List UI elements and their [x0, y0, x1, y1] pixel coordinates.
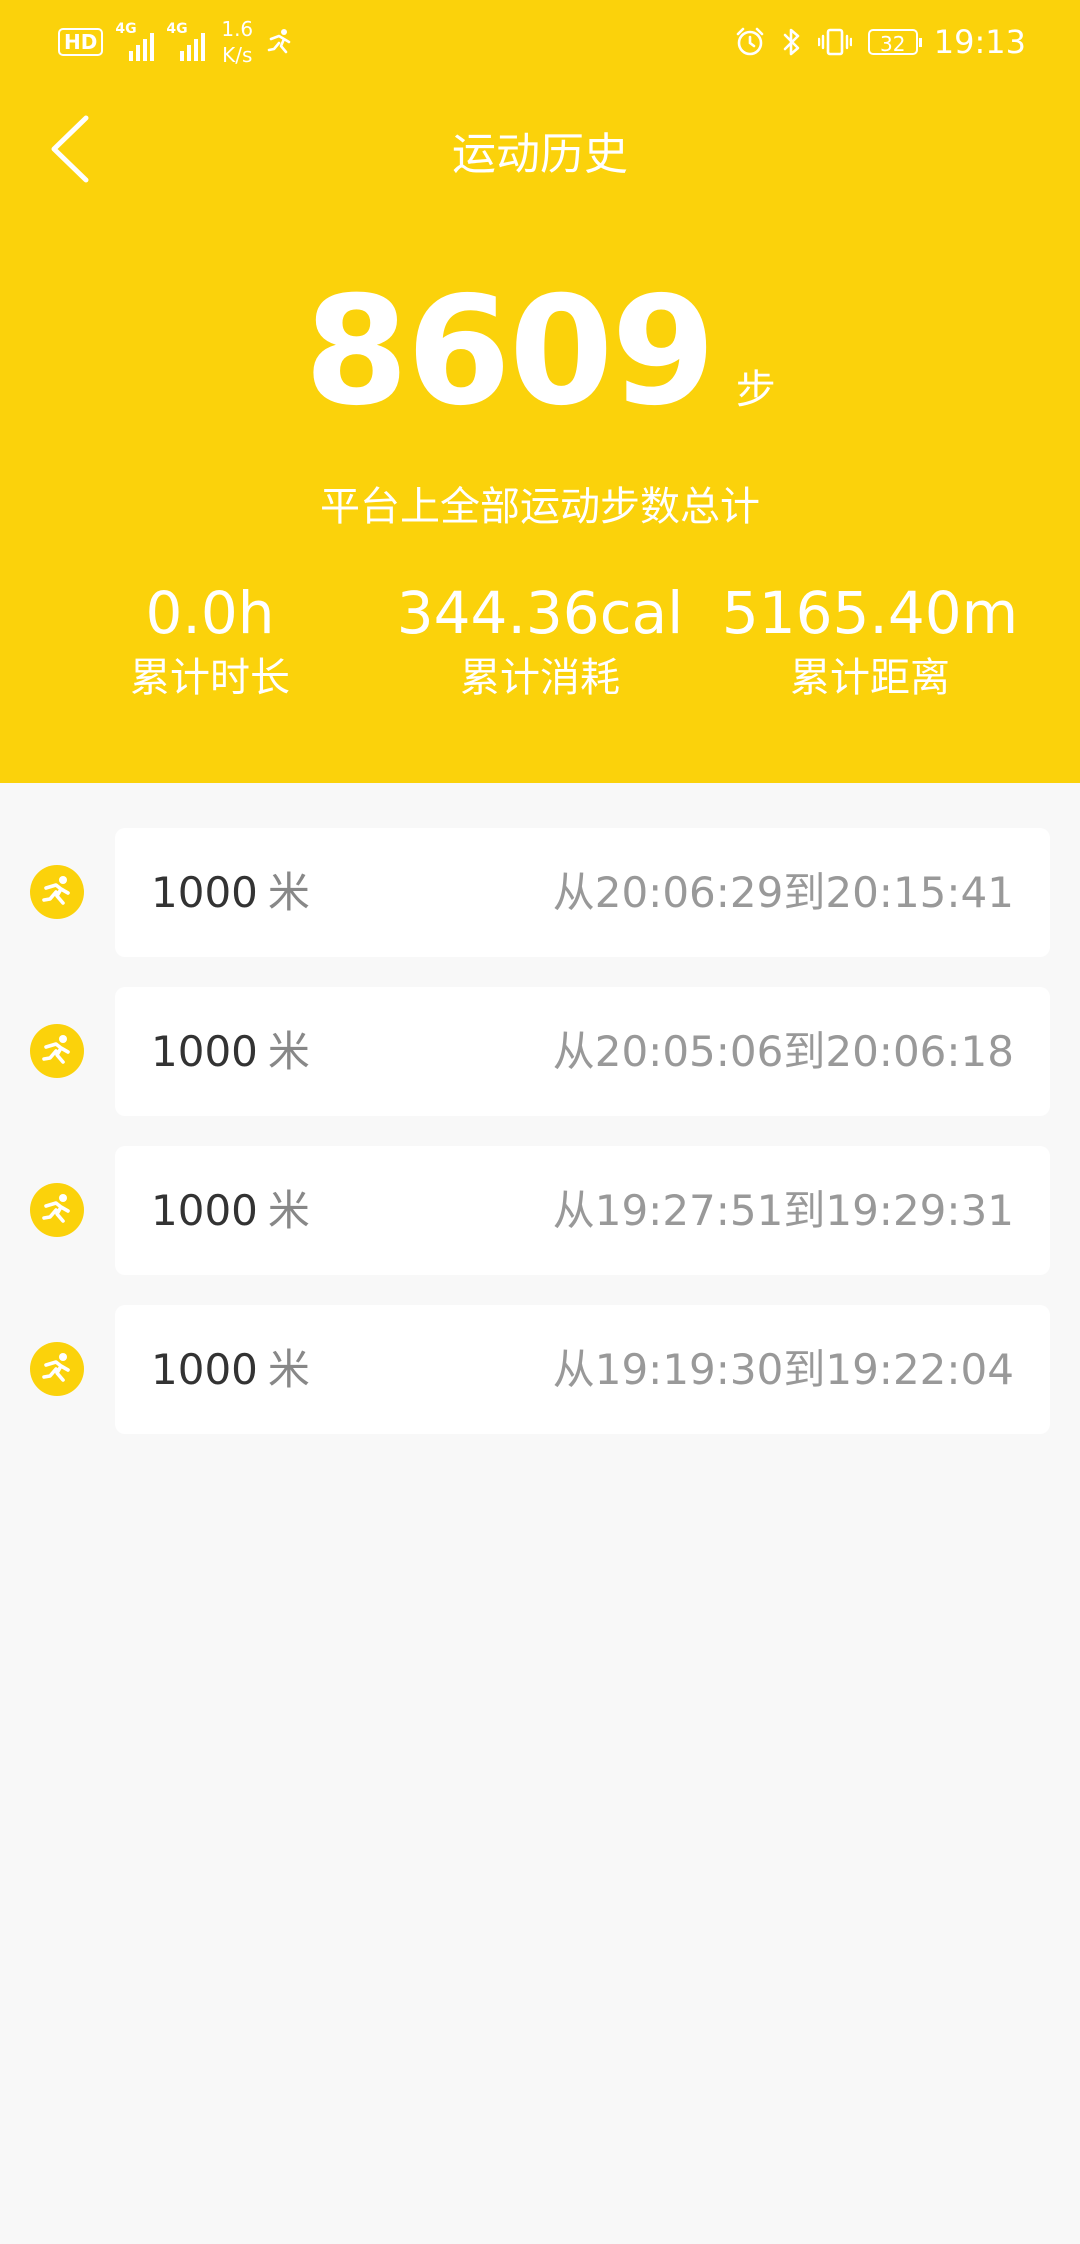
- record-distance-unit: 米: [267, 1186, 310, 1235]
- record-distance: 1000 米: [151, 987, 310, 1116]
- record-card[interactable]: 1000 米 从20:06:29到20:15:41: [115, 828, 1050, 957]
- running-icon: [30, 1342, 84, 1396]
- record-distance: 1000 米: [151, 828, 310, 957]
- signal-icon: 4G: [115, 21, 155, 61]
- stats-row: 0.0h 累计时长 344.36cal 累计消耗 5165.40m 累计距离: [0, 576, 1080, 716]
- record-distance-unit: 米: [267, 1345, 310, 1394]
- record-time-range: 从19:27:51到19:29:31: [552, 1186, 1014, 1235]
- list-item[interactable]: 1000 米 从20:06:29到20:15:41: [0, 828, 1080, 957]
- stat-calories: 344.36cal 累计消耗: [375, 576, 705, 706]
- steps-unit: 步: [735, 367, 776, 413]
- stat-calories-label: 累计消耗: [460, 655, 620, 701]
- record-card[interactable]: 1000 米 从20:05:06到20:06:18: [115, 987, 1050, 1116]
- record-distance-value: 1000: [151, 1027, 258, 1076]
- record-card[interactable]: 1000 米 从19:27:51到19:29:31: [115, 1146, 1050, 1275]
- running-icon: [30, 1024, 84, 1078]
- page-title: 运动历史: [452, 129, 628, 180]
- running-icon: [30, 865, 84, 919]
- hd-badge: HD: [58, 28, 104, 56]
- step-counter-icon: [267, 29, 291, 54]
- list-item[interactable]: 1000 米 从19:27:51到19:29:31: [0, 1146, 1080, 1275]
- record-card[interactable]: 1000 米 从19:19:30到19:22:04: [115, 1305, 1050, 1434]
- running-icon: [30, 1183, 84, 1237]
- stat-distance-value: 5165.40m: [721, 579, 1019, 647]
- record-distance-value: 1000: [151, 1345, 258, 1394]
- network-type-label-2: 4G: [166, 21, 188, 37]
- record-distance-value: 1000: [151, 868, 258, 917]
- summary-header: HD 4G 4G 1.6 K/s 32 19:13 运动历史 8609 步 平台…: [0, 0, 1080, 783]
- status-time: 19:13: [933, 23, 1026, 61]
- steps-total: 8609 步: [0, 272, 1080, 432]
- steps-value: 8609: [304, 265, 715, 439]
- stat-duration: 0.0h 累计时长: [45, 576, 375, 706]
- vibrate-icon: [817, 28, 852, 56]
- list-item[interactable]: 1000 米 从20:05:06到20:06:18: [0, 987, 1080, 1116]
- network-speed: 1.6 K/s: [221, 16, 253, 68]
- record-distance: 1000 米: [151, 1146, 310, 1275]
- record-list: 1000 米 从20:06:29到20:15:41 1000 米 从20:05:06…: [0, 828, 1080, 1464]
- network-speed-unit: K/s: [222, 43, 253, 67]
- alarm-icon: [736, 27, 764, 56]
- stat-distance-label: 累计距离: [790, 655, 950, 701]
- record-distance: 1000 米: [151, 1305, 310, 1434]
- stat-calories-value: 344.36cal: [396, 579, 684, 647]
- stat-duration-value: 0.0h: [145, 579, 275, 647]
- record-distance-unit: 米: [267, 868, 310, 917]
- steps-caption: 平台上全部运动步数总计: [320, 484, 760, 530]
- bluetooth-icon: [783, 28, 800, 56]
- record-time-range: 从20:05:06到20:06:18: [552, 1027, 1014, 1076]
- record-time-range: 从20:06:29到20:15:41: [552, 868, 1014, 917]
- status-right: 32 19:13: [734, 14, 1026, 70]
- battery-indicator: 32: [867, 29, 922, 56]
- stat-distance: 5165.40m 累计距离: [705, 576, 1035, 706]
- network-speed-value: 1.6: [221, 17, 254, 41]
- record-distance-unit: 米: [267, 1027, 310, 1076]
- record-distance-value: 1000: [151, 1186, 258, 1235]
- list-item[interactable]: 1000 米 从19:19:30到19:22:04: [0, 1305, 1080, 1434]
- status-left: HD 4G 4G 1.6 K/s: [58, 14, 293, 70]
- stat-duration-label: 累计时长: [130, 655, 290, 701]
- signal-icon-2: 4G: [166, 21, 206, 61]
- record-time-range: 从19:19:30到19:22:04: [552, 1345, 1014, 1394]
- network-type-label: 4G: [115, 21, 137, 37]
- status-bar: HD 4G 4G 1.6 K/s 32 19:13: [0, 0, 1080, 80]
